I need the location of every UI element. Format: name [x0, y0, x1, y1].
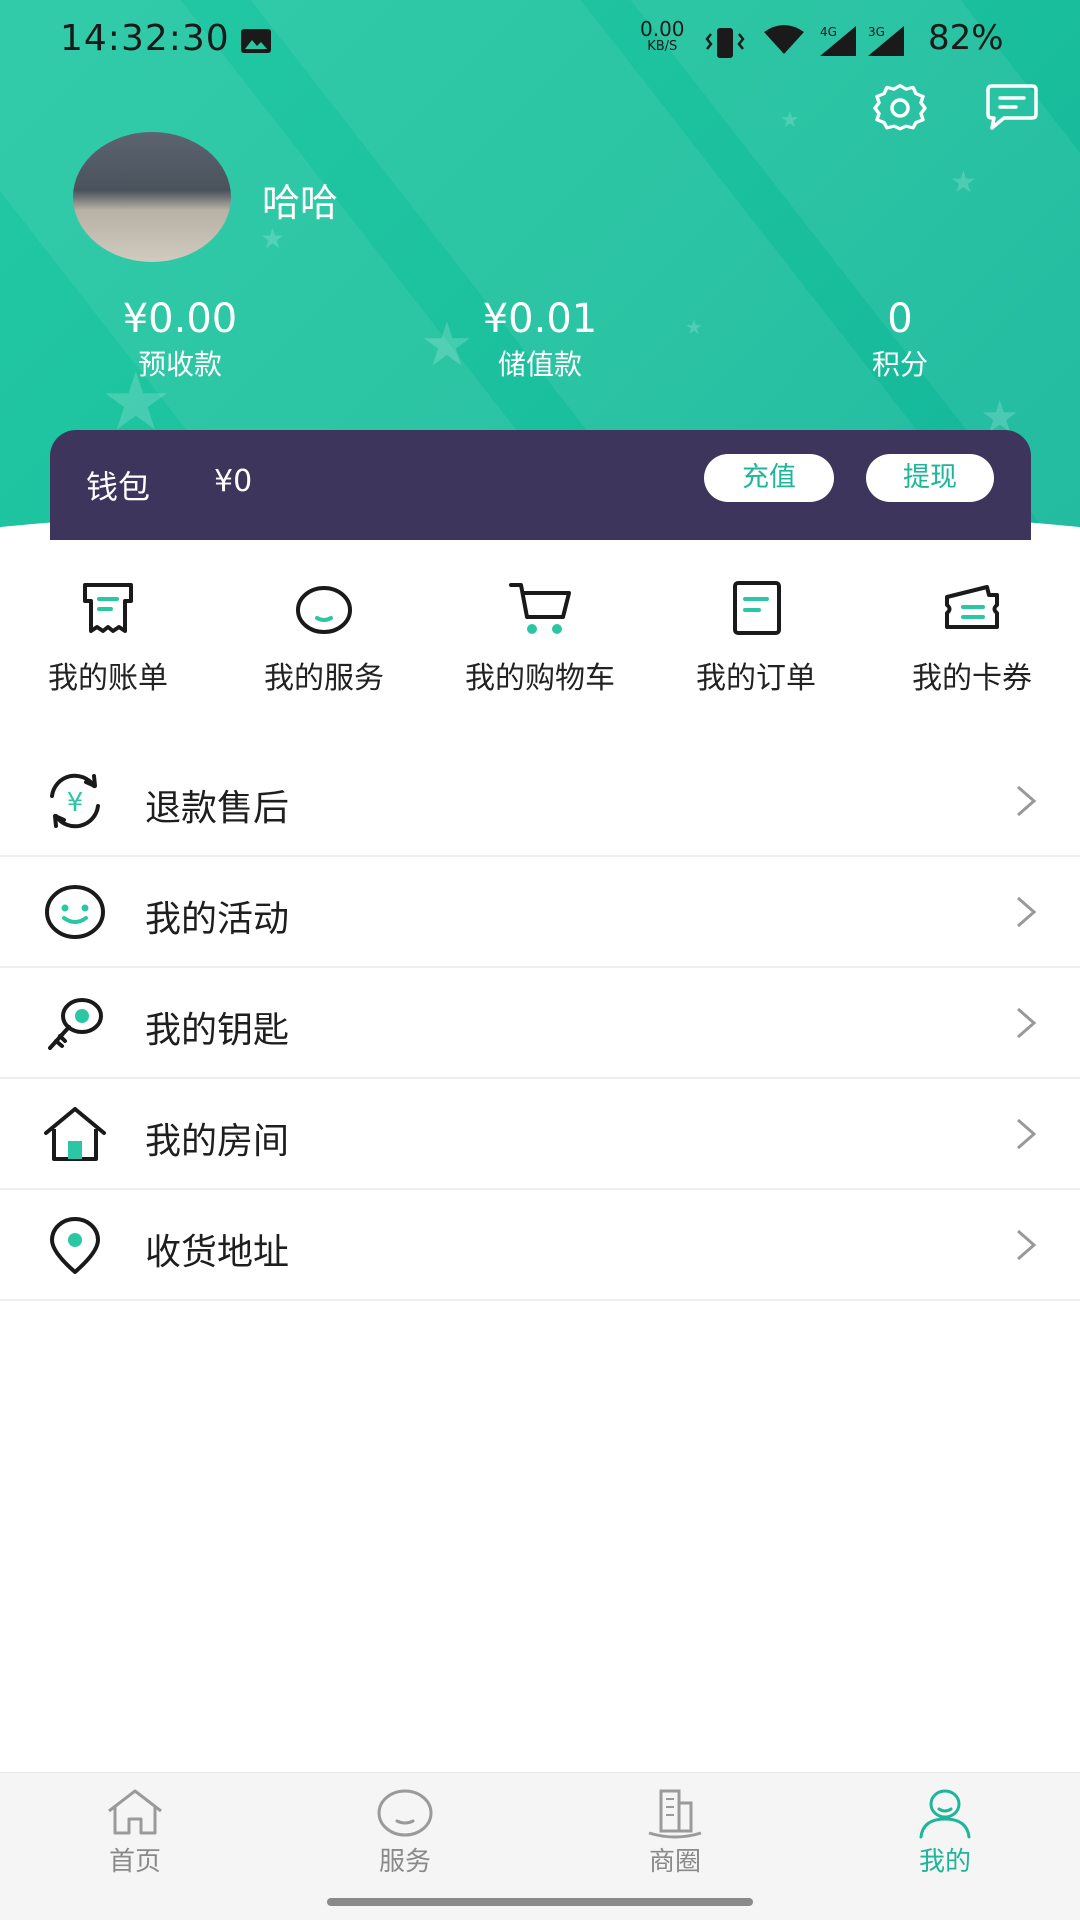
quick-label: 我的服务 [264, 661, 384, 696]
chevron-right-icon [1017, 1118, 1037, 1150]
menu-label: 收货地址 [145, 1232, 290, 1273]
signal-3g-icon: 3G [868, 25, 904, 56]
stat-value: ¥0.00 [122, 296, 238, 342]
cart-icon [509, 583, 571, 634]
quick-my-bill[interactable]: 我的账单 [0, 575, 216, 697]
service-smile-icon [296, 586, 352, 634]
order-icon [733, 581, 781, 635]
menu-item-refund[interactable]: ¥ 退款售后 [0, 746, 1080, 857]
refund-icon: ¥ [50, 773, 100, 829]
message-icon[interactable] [982, 82, 1042, 134]
avatar[interactable] [73, 132, 231, 262]
stat-points[interactable]: 0 积分 [750, 295, 1050, 385]
quick-label: 我的购物车 [465, 661, 615, 696]
menu-item-address[interactable]: 收货地址 [0, 1190, 1080, 1301]
chevron-right-icon [1017, 785, 1037, 817]
tab-label: 我的 [918, 1847, 971, 1877]
status-time: 14:32:30 [60, 18, 230, 59]
quick-my-service[interactable]: 我的服务 [216, 575, 432, 697]
key-icon [48, 998, 103, 1050]
quick-my-cart[interactable]: 我的购物车 [432, 575, 648, 697]
svg-text:¥: ¥ [67, 788, 84, 818]
battery-level: 82% [928, 18, 1004, 58]
bill-icon [83, 583, 133, 633]
menu-list: ¥ 退款售后 我的活动 我的钥匙 我的房间 收货地址 [0, 746, 1080, 1301]
menu-label: 我的房间 [145, 1121, 290, 1162]
tab-business-circle[interactable]: 商圈 [540, 1787, 810, 1878]
chevron-right-icon [1017, 1229, 1037, 1261]
wifi-icon [764, 25, 804, 54]
stat-stored-value[interactable]: ¥0.01 储值款 [390, 295, 690, 385]
home-indicator[interactable] [327, 1898, 753, 1906]
signal-4g-icon: 4G [820, 25, 856, 56]
tab-label: 服务 [378, 1847, 431, 1877]
quick-label: 我的账单 [48, 661, 168, 696]
tab-label: 首页 [108, 1847, 161, 1877]
quick-my-coupon[interactable]: 我的卡券 [864, 575, 1080, 697]
stat-value: ¥0.01 [482, 296, 598, 342]
tab-home[interactable]: 首页 [0, 1787, 270, 1878]
menu-item-room[interactable]: 我的房间 [0, 1079, 1080, 1190]
username[interactable]: 哈哈 [262, 172, 338, 227]
quick-label: 我的订单 [696, 661, 816, 696]
tab-label: 商圈 [648, 1847, 701, 1877]
quick-actions: 我的账单 我的服务 我的购物车 我的订单 我的卡券 [0, 575, 1080, 715]
star-decoration-icon: ★ [950, 165, 977, 200]
status-bar: 14:32:30 0.00 KB/S 4G 3G 82% [0, 0, 1080, 84]
menu-item-activity[interactable]: 我的活动 [0, 857, 1080, 968]
menu-label: 我的活动 [145, 899, 290, 940]
menu-label: 退款售后 [145, 788, 290, 829]
stat-prepaid[interactable]: ¥0.00 预收款 [30, 295, 330, 385]
location-pin-icon [50, 1217, 100, 1274]
stat-label: 储值款 [497, 348, 582, 381]
menu-label: 我的钥匙 [145, 1010, 290, 1051]
svg-text:4G: 4G [820, 25, 837, 39]
menu-item-keys[interactable]: 我的钥匙 [0, 968, 1080, 1079]
image-notification-icon [241, 29, 271, 53]
star-decoration-icon: ★ [780, 108, 800, 133]
chevron-right-icon [1017, 1007, 1037, 1039]
chevron-right-icon [1017, 896, 1037, 928]
activity-smile-icon [45, 885, 105, 939]
home-icon [108, 1789, 162, 1835]
settings-gear-icon[interactable] [870, 82, 930, 134]
wallet-bar: 钱包 ¥0 充值 提现 [50, 430, 1031, 540]
svg-text:3G: 3G [868, 25, 885, 39]
coupon-icon [945, 585, 999, 629]
withdraw-button[interactable]: 提现 [866, 454, 994, 502]
net-speed: 0.00 KB/S [640, 17, 685, 54]
stat-label: 积分 [871, 348, 928, 381]
stat-value: 0 [887, 296, 913, 342]
building-icon [648, 1789, 702, 1839]
wallet-label: 钱包 [86, 468, 151, 506]
stat-label: 预收款 [137, 348, 222, 381]
wallet-amount: ¥0 [214, 464, 253, 499]
house-icon [44, 1107, 106, 1161]
recharge-button[interactable]: 充值 [704, 454, 834, 502]
quick-label: 我的卡券 [912, 661, 1032, 696]
service-icon [377, 1789, 433, 1837]
profile-icon [919, 1789, 971, 1839]
tab-service[interactable]: 服务 [270, 1787, 540, 1878]
quick-my-order[interactable]: 我的订单 [648, 575, 864, 697]
tab-mine[interactable]: 我的 [810, 1787, 1080, 1878]
vibrate-icon [705, 28, 745, 58]
